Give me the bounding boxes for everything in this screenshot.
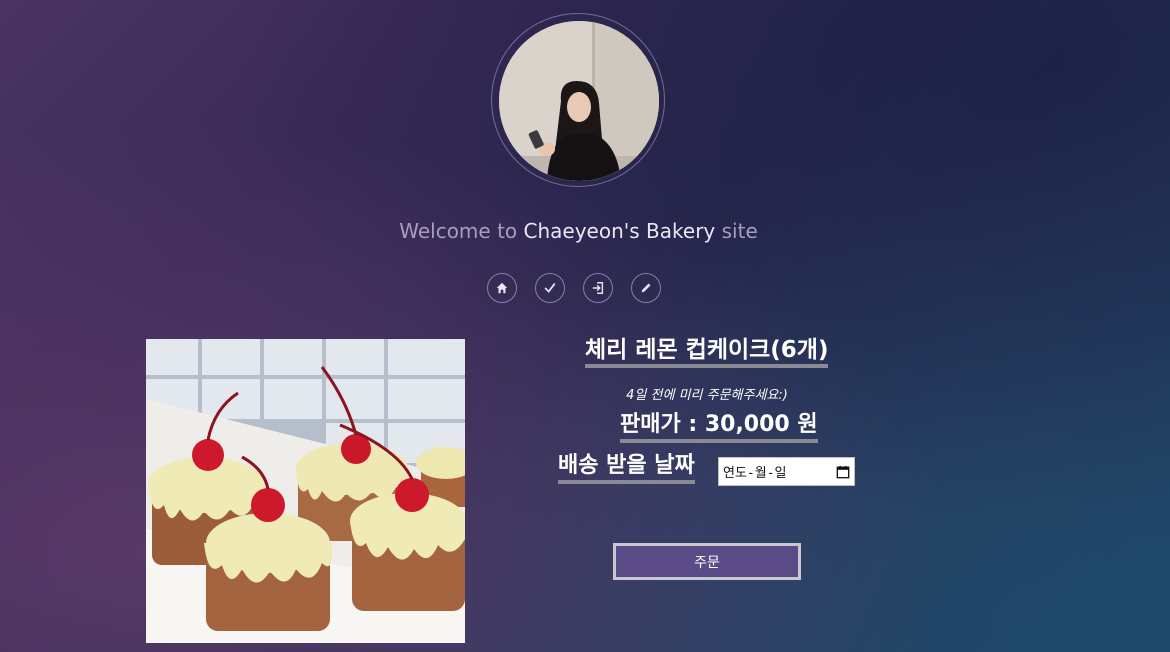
calendar-icon[interactable] [836,465,850,479]
sign-in-icon [592,282,604,294]
welcome-text: Welcome to Chaeyeon's Bakery site [0,219,1157,243]
check-button[interactable] [535,273,565,303]
order-button[interactable]: 주문 [613,543,801,580]
edit-button[interactable] [631,273,661,303]
welcome-prefix: Welcome to [399,219,518,243]
product-price: 판매가 : 30,000 원 [620,411,818,443]
order-notice: 4일 전에 미리 주문해주세요:) [626,388,788,403]
avatar [499,21,659,181]
delivery-date-input[interactable]: 연도-월-일 [718,457,855,486]
delivery-date-label: 배송 받을 날짜 [558,452,695,484]
check-icon [544,283,556,293]
brand-name: Chaeyeon's Bakery [523,219,716,243]
home-button[interactable] [487,273,517,303]
date-placeholder: 연도-월-일 [723,466,787,481]
home-icon [496,282,508,294]
welcome-suffix: site [721,219,758,243]
nav-icons [487,273,661,303]
product-title: 체리 레몬 컵케이크(6개) [585,336,829,368]
pencil-icon [641,283,651,293]
sign-in-button[interactable] [583,273,613,303]
